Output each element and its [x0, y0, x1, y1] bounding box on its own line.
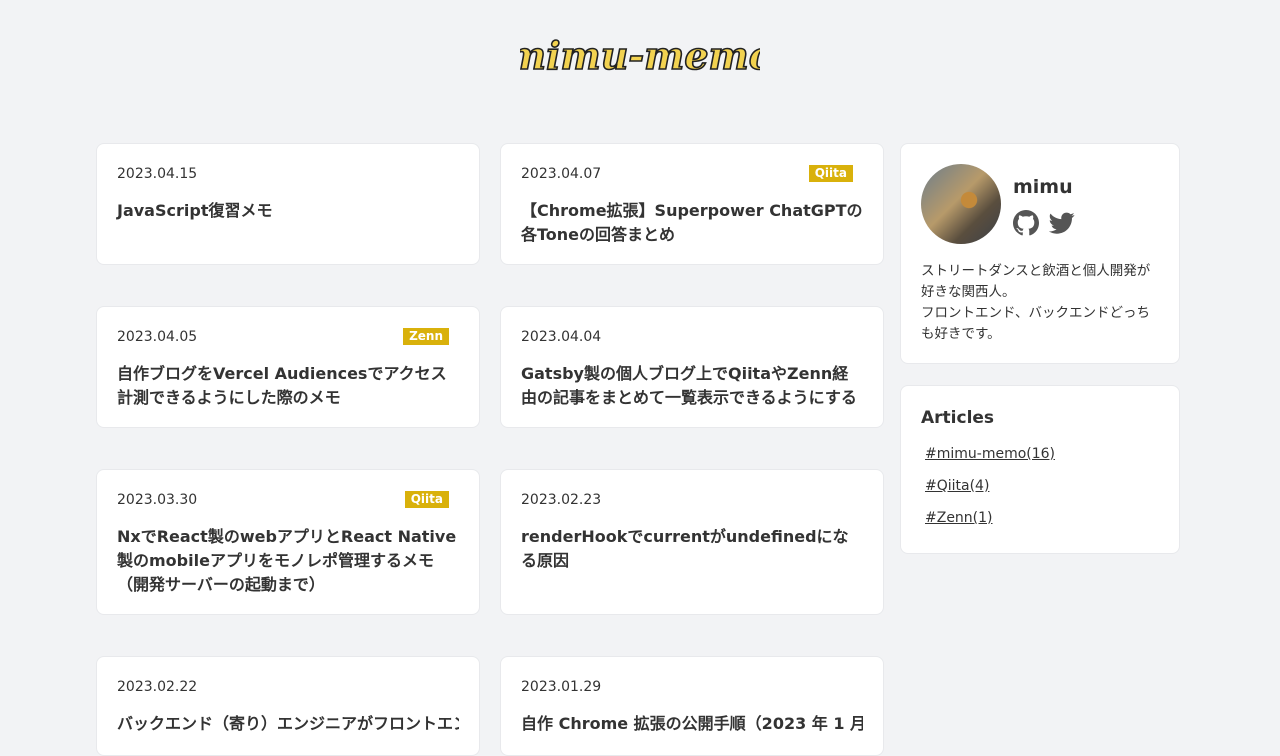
post-date: 2023.01.29: [521, 679, 602, 695]
profile-name: mimu: [1013, 176, 1073, 198]
post-title[interactable]: 自作ブログをVercel Audiencesでアクセス計測できるようにした際のメ…: [117, 362, 459, 410]
tag-link-mimu-memo[interactable]: #mimu-memo(16): [925, 446, 1055, 462]
post-card[interactable]: 2023.04.07 Qiita 【Chrome拡張】Superpower Ch…: [500, 143, 884, 265]
zenn-badge: Zenn: [403, 328, 449, 345]
post-title[interactable]: 【Chrome拡張】Superpower ChatGPTの各Toneの回答まとめ: [521, 199, 863, 247]
twitter-icon[interactable]: [1048, 210, 1075, 236]
post-card[interactable]: 2023.02.23 renderHookでcurrentがundefinedに…: [500, 469, 884, 615]
site-logo[interactable]: mimu-memo: [0, 28, 1280, 88]
post-card[interactable]: 2023.02.22 バックエンド（寄り）エンジニアがフロントエンド: [96, 656, 480, 756]
post-card[interactable]: 2023.04.15 JavaScript復習メモ: [96, 143, 480, 265]
list-item: #Zenn(1): [925, 510, 1055, 542]
post-date: 2023.04.04: [521, 329, 602, 345]
post-date: 2023.02.23: [521, 492, 602, 508]
post-title[interactable]: JavaScript復習メモ: [117, 199, 459, 223]
post-card[interactable]: 2023.03.30 Qiita NxでReact製のwebアプリとReact …: [96, 469, 480, 615]
qiita-badge: Qiita: [404, 491, 449, 508]
tag-list: #mimu-memo(16) #Qiita(4) #Zenn(1): [925, 446, 1055, 542]
articles-card: Articles #mimu-memo(16) #Qiita(4) #Zenn(…: [900, 385, 1180, 554]
profile-card: mimu ストリートダンスと飲酒と個人開発が好きな関西人。 フロントエンド、バッ…: [900, 143, 1180, 364]
post-title[interactable]: NxでReact製のwebアプリとReact Native製のmobileアプリ…: [117, 525, 459, 597]
post-card[interactable]: 2023.04.04 Gatsby製の個人ブログ上でQiitaやZenn経由の記…: [500, 306, 884, 428]
avatar: [921, 164, 1001, 244]
post-title[interactable]: バックエンド（寄り）エンジニアがフロントエンド: [117, 712, 459, 736]
post-date: 2023.04.15: [117, 166, 198, 182]
post-date: 2023.03.30: [117, 492, 198, 508]
post-date: 2023.04.05: [117, 329, 198, 345]
list-item: #mimu-memo(16): [925, 446, 1055, 478]
post-title[interactable]: 自作 Chrome 拡張の公開手順（2023 年 1 月）: [521, 712, 863, 736]
post-card[interactable]: 2023.01.29 自作 Chrome 拡張の公開手順（2023 年 1 月）: [500, 656, 884, 756]
articles-heading: Articles: [921, 408, 995, 428]
post-title[interactable]: Gatsby製の個人ブログ上でQiitaやZenn経由の記事をまとめて一覧表示で…: [521, 362, 863, 410]
post-date: 2023.02.22: [117, 679, 198, 695]
list-item: #Qiita(4): [925, 478, 1055, 510]
post-title[interactable]: renderHookでcurrentがundefinedになる原因: [521, 525, 863, 573]
post-date: 2023.04.07: [521, 166, 602, 182]
logo-text: mimu-memo: [520, 33, 760, 78]
profile-bio: ストリートダンスと飲酒と個人開発が好きな関西人。 フロントエンド、バックエンドど…: [921, 263, 1151, 342]
tag-link-zenn[interactable]: #Zenn(1): [925, 510, 993, 526]
github-icon[interactable]: [1013, 210, 1039, 236]
qiita-badge: Qiita: [808, 165, 853, 182]
tag-link-qiita[interactable]: #Qiita(4): [925, 478, 989, 494]
post-card[interactable]: 2023.04.05 Zenn 自作ブログをVercel Audiencesでア…: [96, 306, 480, 428]
